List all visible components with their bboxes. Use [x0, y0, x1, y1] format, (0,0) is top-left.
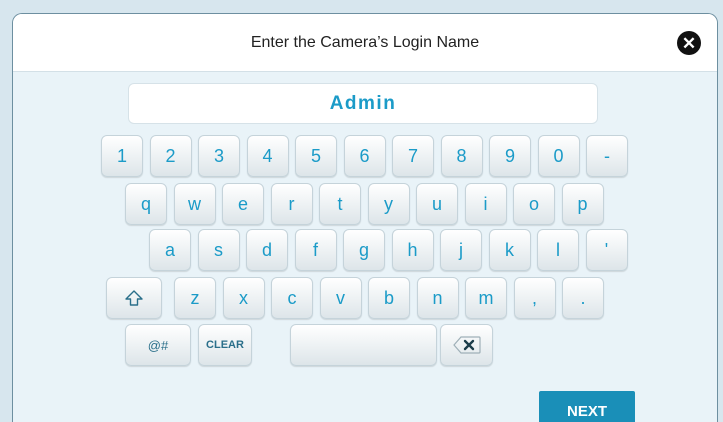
backspace-icon — [452, 336, 481, 354]
key-5[interactable]: 5 — [295, 135, 337, 177]
key-n[interactable]: n — [416, 277, 459, 319]
key-a[interactable]: a — [149, 229, 191, 271]
key-d[interactable]: d — [246, 229, 288, 271]
key-w[interactable]: w — [173, 183, 216, 225]
key-b[interactable]: b — [368, 277, 410, 319]
symbols-key[interactable]: @# — [125, 324, 191, 366]
key-4[interactable]: 4 — [246, 135, 289, 177]
login-name-field[interactable]: Admin — [128, 83, 598, 124]
key-apostrophe[interactable]: ' — [585, 229, 628, 271]
space-key[interactable] — [290, 324, 437, 366]
clear-key[interactable]: CLEAR — [198, 324, 252, 366]
backspace-key[interactable] — [440, 324, 493, 366]
key-l[interactable]: l — [537, 229, 579, 271]
key-m[interactable]: m — [465, 277, 507, 319]
key-j[interactable]: j — [440, 229, 482, 271]
key-1[interactable]: 1 — [101, 135, 143, 177]
key-s[interactable]: s — [197, 229, 240, 271]
key-k[interactable]: k — [488, 229, 531, 271]
key-q[interactable]: q — [125, 183, 167, 225]
key-comma[interactable]: , — [513, 277, 556, 319]
key-i[interactable]: i — [464, 183, 507, 225]
key-z[interactable]: z — [174, 277, 216, 319]
key-r[interactable]: r — [270, 183, 313, 225]
key-3[interactable]: 3 — [198, 135, 240, 177]
key-9[interactable]: 9 — [489, 135, 531, 177]
key-y[interactable]: y — [367, 183, 410, 225]
key-e[interactable]: e — [222, 183, 264, 225]
key-g[interactable]: g — [343, 229, 385, 271]
key-6[interactable]: 6 — [343, 135, 386, 177]
key-o[interactable]: o — [513, 183, 555, 225]
key-u[interactable]: u — [416, 183, 458, 225]
dialog-header: Enter the Camera’s Login Name ✕ — [13, 14, 717, 72]
key-8[interactable]: 8 — [440, 135, 483, 177]
key-period[interactable]: . — [562, 277, 604, 319]
shift-icon — [125, 290, 143, 306]
key-p[interactable]: p — [561, 183, 604, 225]
key-hyphen[interactable]: - — [586, 135, 628, 177]
key-7[interactable]: 7 — [392, 135, 434, 177]
dialog-title: Enter the Camera’s Login Name — [250, 33, 480, 51]
key-v[interactable]: v — [319, 277, 362, 319]
key-2[interactable]: 2 — [149, 135, 192, 177]
key-x[interactable]: x — [222, 277, 265, 319]
key-t[interactable]: t — [319, 183, 361, 225]
close-button[interactable]: ✕ — [677, 31, 701, 55]
next-button[interactable]: NEXT — [539, 391, 635, 422]
key-c[interactable]: c — [271, 277, 313, 319]
login-name-dialog: Enter the Camera’s Login Name ✕ Admin 12… — [12, 13, 718, 422]
close-icon: ✕ — [681, 33, 697, 53]
key-h[interactable]: h — [391, 229, 434, 271]
key-f[interactable]: f — [294, 229, 337, 271]
shift-key[interactable] — [106, 277, 162, 319]
key-0[interactable]: 0 — [537, 135, 580, 177]
